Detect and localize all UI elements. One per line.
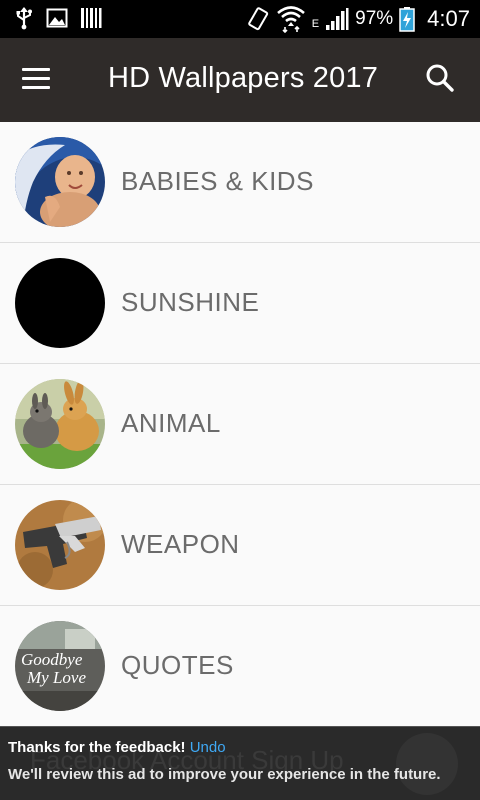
barcode-icon — [81, 8, 102, 28]
search-button[interactable] — [424, 62, 460, 98]
thumbnail-text-line1: Goodbye — [21, 650, 83, 669]
category-label: WEAPON — [121, 529, 240, 559]
category-thumbnail-animal — [15, 379, 105, 469]
category-item-babies-kids[interactable]: BABIES & KIDS — [0, 122, 480, 243]
category-label: BABIES & KIDS — [121, 166, 314, 196]
category-item-sunshine[interactable]: SUNSHINE — [0, 243, 480, 364]
ad-feedback-title-row: Thanks for the feedback! Undo — [8, 739, 226, 756]
signal-icon — [326, 8, 349, 30]
category-thumbnail-weapon — [15, 500, 105, 590]
category-item-weapon[interactable]: WEAPON — [0, 485, 480, 606]
thumbnail-text-line2: My Love — [26, 668, 86, 687]
app-title: HD Wallpapers 2017 — [108, 62, 379, 94]
undo-link[interactable]: Undo — [190, 739, 226, 756]
category-list: BABIES & KIDS SUNSHINE ANIMAL WEAPON Goo… — [0, 122, 480, 727]
category-label: SUNSHINE — [121, 287, 260, 317]
search-icon — [426, 64, 454, 92]
ad-feedback-message: We'll review this ad to improve your exp… — [8, 766, 441, 783]
category-item-quotes[interactable]: Goodbye My Love QUOTES — [0, 606, 480, 727]
clock: 4:07 — [427, 6, 470, 31]
category-label: QUOTES — [121, 650, 234, 680]
vibrate-icon — [248, 7, 268, 31]
image-icon — [46, 8, 68, 28]
category-label: ANIMAL — [121, 408, 221, 438]
status-bar: E 97% 4:07 — [0, 0, 480, 38]
network-type-label: E — [311, 18, 320, 30]
menu-button[interactable] — [22, 64, 62, 96]
battery-charging-icon — [399, 7, 415, 32]
usb-icon — [16, 7, 32, 30]
category-item-animal[interactable]: ANIMAL — [0, 364, 480, 485]
wifi-icon — [276, 6, 305, 33]
battery-percent: 97% — [355, 8, 394, 29]
ad-feedback-title: Thanks for the feedback! — [8, 739, 186, 756]
category-thumbnail-sunshine — [15, 258, 105, 348]
app-bar: HD Wallpapers 2017 — [0, 38, 480, 122]
hamburger-menu-icon — [22, 68, 62, 89]
category-thumbnail-quotes: Goodbye My Love — [15, 621, 105, 711]
ad-background-icon — [396, 733, 458, 795]
status-bar-notifications — [14, 6, 102, 30]
category-thumbnail-babies — [15, 137, 105, 227]
ad-feedback-banner[interactable]: Facebook Account Sign Up Thanks for the … — [0, 726, 480, 800]
status-bar-system: E 97% 4:07 — [246, 4, 470, 34]
